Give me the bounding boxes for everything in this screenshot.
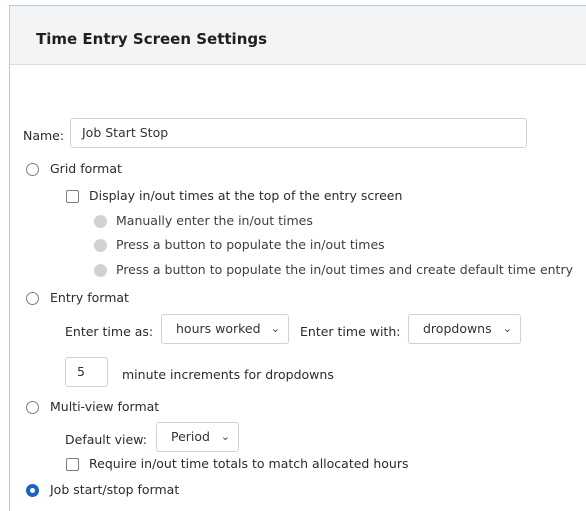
default-view-label: Default view:: [65, 432, 147, 447]
entry-format-radio[interactable]: [26, 292, 39, 305]
grid-format-radio[interactable]: [26, 163, 39, 176]
enter-time-with-select[interactable]: dropdowns ⌄: [408, 314, 521, 344]
chevron-down-icon: ⌄: [502, 322, 512, 335]
minute-increment-input[interactable]: 5: [65, 357, 108, 387]
job-startstop-radio[interactable]: [26, 484, 39, 497]
multiview-format-radio[interactable]: [26, 401, 39, 414]
grid-format-label: Grid format: [50, 161, 122, 176]
populate-inout-radio[interactable]: [94, 239, 107, 252]
enter-time-as-label: Enter time as:: [65, 324, 154, 339]
require-totals-checkbox[interactable]: [66, 458, 79, 471]
chevron-down-icon: ⌄: [270, 322, 280, 335]
display-inout-label: Display in/out times at the top of the e…: [89, 188, 403, 203]
panel-header: Time Entry Screen Settings: [10, 6, 586, 65]
multiview-format-label: Multi-view format: [50, 399, 160, 414]
manual-inout-label: Manually enter the in/out times: [116, 213, 313, 228]
name-label: Name:: [23, 128, 65, 143]
enter-time-as-select[interactable]: hours worked ⌄: [161, 314, 289, 344]
enter-time-with-label: Enter time with:: [300, 324, 401, 339]
manual-inout-radio[interactable]: [94, 215, 107, 228]
default-view-select[interactable]: Period ⌄: [156, 422, 239, 452]
populate-inout-label: Press a button to populate the in/out ti…: [116, 237, 385, 252]
display-inout-checkbox[interactable]: [66, 190, 79, 203]
require-totals-label: Require in/out time totals to match allo…: [89, 456, 409, 471]
chevron-down-icon: ⌄: [220, 430, 230, 443]
default-view-value: Period: [171, 429, 210, 444]
name-input[interactable]: Job Start Stop: [70, 118, 527, 148]
enter-time-as-value: hours worked: [176, 321, 261, 336]
page-title: Time Entry Screen Settings: [36, 30, 268, 48]
enter-time-with-value: dropdowns: [423, 321, 492, 336]
populate-default-label: Press a button to populate the in/out ti…: [116, 262, 573, 277]
populate-default-radio[interactable]: [94, 264, 107, 277]
minute-increment-label: minute increments for dropdowns: [122, 367, 334, 382]
entry-format-label: Entry format: [50, 290, 129, 305]
settings-panel: Time Entry Screen Settings Name: Job Sta…: [9, 5, 586, 511]
job-startstop-label: Job start/stop format: [50, 482, 180, 497]
